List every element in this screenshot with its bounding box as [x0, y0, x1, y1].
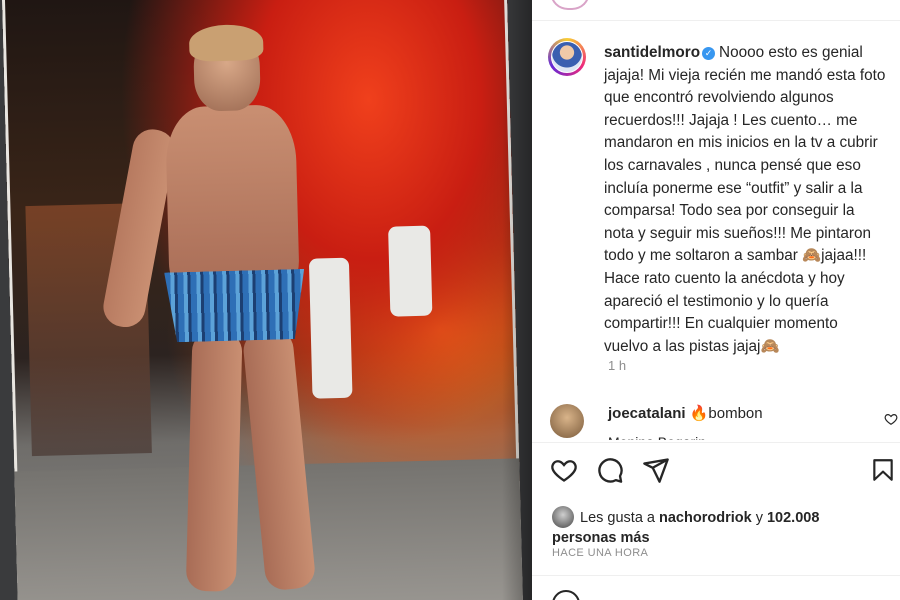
- photo-edge-shadow: [502, 0, 532, 600]
- likes-summary[interactable]: Les gusta a nachorodriok y 102.008 person…: [552, 506, 882, 548]
- comment-username[interactable]: joecatalani: [608, 405, 686, 422]
- caption-timestamp[interactable]: 1 h: [608, 358, 626, 373]
- divider: [532, 20, 900, 21]
- comment-bubble-icon[interactable]: [596, 456, 624, 484]
- post-caption: santidelmoro ✓ Noooo esto es genial jajaja…: [604, 42, 886, 358]
- photo-dancer-figure: [100, 23, 338, 592]
- author-username[interactable]: santidelmoro: [604, 44, 700, 61]
- post-photo[interactable]: [0, 0, 532, 600]
- heart-outline-icon[interactable]: [884, 412, 898, 426]
- comment-item: joecatalani 🔥bombon: [608, 404, 763, 422]
- post-timestamp[interactable]: HACE UNA HORA: [552, 547, 648, 559]
- post-side-panel: santidelmoro ✓ Noooo esto es genial jajaja…: [532, 0, 900, 600]
- likes-count[interactable]: 102.008: [767, 510, 819, 526]
- comment-text: 🔥bombon: [689, 405, 763, 422]
- bookmark-icon[interactable]: [870, 456, 896, 484]
- author-avatar[interactable]: [548, 38, 586, 76]
- carnival-photo-print: [1, 0, 524, 600]
- emoji-icon[interactable]: [552, 590, 580, 600]
- photo-bystander: [388, 225, 433, 317]
- likes-prefix: Les gusta a: [580, 510, 655, 526]
- caption-text: Noooo esto es genial jajaja! Mi vieja re…: [604, 44, 886, 355]
- action-bar: [532, 456, 900, 490]
- divider: [532, 442, 900, 443]
- liker-username[interactable]: nachorodriok: [659, 510, 752, 526]
- commenter-avatar[interactable]: [550, 404, 584, 438]
- verified-badge-icon: ✓: [702, 47, 716, 60]
- likes-connector: y: [755, 510, 763, 526]
- next-comment-partial: Monina Bogarin: [608, 432, 706, 440]
- beaded-costume: [164, 269, 306, 343]
- likes-suffix[interactable]: personas más: [552, 530, 650, 546]
- divider: [532, 575, 900, 576]
- heart-icon[interactable]: [550, 456, 578, 484]
- liker-avatar: [552, 506, 574, 528]
- header-avatar[interactable]: [550, 0, 590, 10]
- paper-plane-icon[interactable]: [642, 456, 670, 484]
